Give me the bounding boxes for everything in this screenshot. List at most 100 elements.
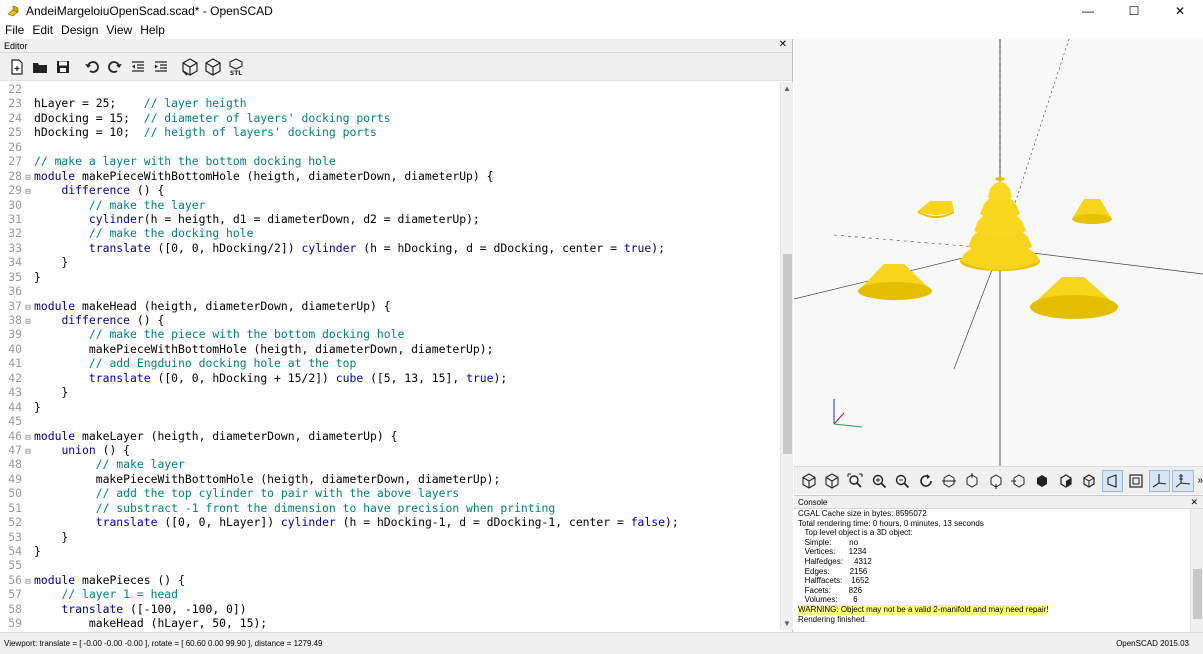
scroll-up-icon[interactable]: ▲	[783, 84, 791, 93]
line-number: 39	[8, 327, 22, 342]
perspective-button[interactable]	[1101, 469, 1124, 492]
code-line[interactable]: 55	[0, 558, 780, 572]
view-right-button[interactable]	[938, 470, 959, 492]
code-line[interactable]: 28 ⊟ module makePieceWithBottomHole (heigt…	[0, 169, 780, 183]
zoom-in-button[interactable]	[868, 470, 889, 492]
code-line[interactable]: 33 translate ([0, 0, hDocking/2]) cylind…	[0, 241, 780, 255]
menu-design[interactable]: Design	[61, 23, 98, 37]
menu-help[interactable]: Help	[140, 23, 165, 37]
code-line[interactable]: 30 // make the layer	[0, 198, 780, 212]
view-front-button[interactable]	[1032, 470, 1053, 492]
menu-edit[interactable]: Edit	[32, 23, 53, 37]
code-line[interactable]: 36	[0, 284, 780, 298]
code-line[interactable]: 41 // add Engduino docking hole at the t…	[0, 356, 780, 370]
view-bottom-button[interactable]	[985, 470, 1006, 492]
console-scroll-thumb[interactable]	[1193, 569, 1202, 619]
open-file-button[interactable]	[29, 56, 51, 78]
editor-scrollbar[interactable]: ▲ ▼	[780, 82, 793, 630]
undo-button[interactable]	[81, 56, 103, 78]
code-line[interactable]: 57 // layer 1 = head	[0, 587, 780, 601]
show-axes-button[interactable]	[1148, 469, 1171, 492]
code-line[interactable]: 40 makePieceWithBottomHole (heigth, diam…	[0, 342, 780, 356]
code-line[interactable]: 39 // make the piece with the bottom doc…	[0, 327, 780, 341]
line-number: 35	[8, 269, 22, 284]
code-line[interactable]: 26	[0, 140, 780, 154]
code-line[interactable]: 54}	[0, 544, 780, 558]
export-stl-button[interactable]: STL	[225, 56, 247, 78]
zoom-out-button[interactable]	[892, 470, 913, 492]
console-header: Console ✕	[794, 496, 1203, 509]
code-line[interactable]: 22	[0, 82, 780, 96]
code-line[interactable]: 58 translate ([-100, -100, 0])	[0, 602, 780, 616]
line-number: 50	[8, 486, 22, 501]
indent-button[interactable]	[150, 56, 172, 78]
view-top-button[interactable]	[962, 470, 983, 492]
toolbar-overflow-icon[interactable]: »	[1198, 475, 1203, 486]
view-diagonal-button[interactable]	[1079, 470, 1100, 492]
code-line[interactable]: 32 // make the docking hole	[0, 226, 780, 240]
code-line[interactable]: 34 }	[0, 255, 780, 269]
code-line[interactable]: 56 ⊟ module makePieces () {	[0, 573, 780, 587]
code-line[interactable]: 42 translate ([0, 0, hDocking + 15/2]) c…	[0, 371, 780, 385]
view-all-button[interactable]	[845, 470, 866, 492]
code-line[interactable]: 37 ⊟ module makeHead (heigth, diameterDown…	[0, 299, 780, 313]
preview-button[interactable]	[179, 56, 201, 78]
render-button[interactable]	[202, 56, 224, 78]
code-line[interactable]: 31 cylinder(h = heigth, d1 = diameterDow…	[0, 212, 780, 226]
menu-view[interactable]: View	[106, 23, 132, 37]
line-number: 25	[8, 125, 22, 140]
console-scrollbar[interactable]	[1190, 509, 1203, 633]
code-line[interactable]: 43 }	[0, 385, 780, 399]
reset-view-button[interactable]	[915, 470, 936, 492]
code-editor[interactable]: 22 23 hLayer = 25; // layer heigth 24 dDocki…	[0, 82, 780, 630]
stl-export-icon: STL	[229, 57, 243, 76]
editor-close-button[interactable]: ✕	[779, 39, 787, 50]
line-number: 48	[8, 457, 22, 472]
redo-button[interactable]	[104, 56, 126, 78]
view-back-button[interactable]	[1055, 470, 1076, 492]
code-line[interactable]: 25 hDocking = 10; // heigth of layers' do…	[0, 125, 780, 139]
code-text: // make the layer	[88, 197, 206, 212]
code-line[interactable]: 48 // make layer	[0, 457, 780, 471]
code-line[interactable]: 46 ⊟ module makeLayer (heigth, diameterDow…	[0, 429, 780, 443]
view-right-icon	[941, 473, 956, 488]
code-line[interactable]: 49 makePieceWithBottomHole (heigth, diam…	[0, 472, 780, 486]
orthogonal-button[interactable]	[1125, 470, 1146, 492]
editor-header: Editor ✕	[0, 39, 792, 53]
new-file-button[interactable]	[6, 56, 28, 78]
line-number: 37	[8, 298, 22, 313]
menu-file[interactable]: File	[5, 23, 24, 37]
code-line[interactable]: 51 // substract -1 front the dimension t…	[0, 501, 780, 515]
scroll-down-icon[interactable]: ▼	[783, 619, 791, 628]
code-line[interactable]: 27 // make a layer with the bottom dockin…	[0, 154, 780, 168]
vt-render-button[interactable]	[821, 470, 842, 492]
maximize-button[interactable]: ☐	[1111, 0, 1157, 21]
code-line[interactable]: 52 translate ([0, 0, hLayer]) cylinder (…	[0, 515, 780, 529]
code-text: }	[34, 544, 41, 558]
code-line[interactable]: 59 makeHead (hLayer, 50, 15);	[0, 616, 780, 630]
code-text: translate ([0, 0, hLayer]) cylinder (h =…	[95, 515, 679, 530]
code-line[interactable]: 24 dDocking = 15; // diameter of layers' …	[0, 111, 780, 125]
code-line[interactable]: 53 }	[0, 530, 780, 544]
code-line[interactable]: 47 ⊟ union () {	[0, 443, 780, 457]
code-line[interactable]: 38 ⊟ difference () {	[0, 313, 780, 327]
code-line[interactable]: 50 // add the top cylinder to pair with …	[0, 486, 780, 500]
minimize-button[interactable]: —	[1065, 0, 1111, 21]
code-line[interactable]: 45	[0, 414, 780, 428]
code-text: // substract -1 front the dimension to h…	[95, 500, 556, 515]
view-left-button[interactable]	[1008, 470, 1029, 492]
vt-preview-button[interactable]	[798, 470, 819, 492]
reset-rotate-icon	[919, 473, 932, 487]
code-line[interactable]: 29 ⊟ difference () {	[0, 183, 780, 197]
line-number: 26	[8, 139, 22, 154]
close-window-button[interactable]: ✕	[1157, 0, 1203, 21]
unindent-button[interactable]	[127, 56, 149, 78]
3d-viewport[interactable]	[794, 39, 1203, 466]
editor-scroll-thumb[interactable]	[783, 254, 792, 454]
save-file-button[interactable]	[52, 56, 74, 78]
code-line[interactable]: 35}	[0, 270, 780, 284]
code-line[interactable]: 23 hLayer = 25; // layer heigth	[0, 96, 780, 110]
code-line[interactable]: 44}	[0, 400, 780, 414]
show-scale-button[interactable]	[1172, 469, 1194, 492]
console-close-button[interactable]: ✕	[1190, 496, 1198, 509]
